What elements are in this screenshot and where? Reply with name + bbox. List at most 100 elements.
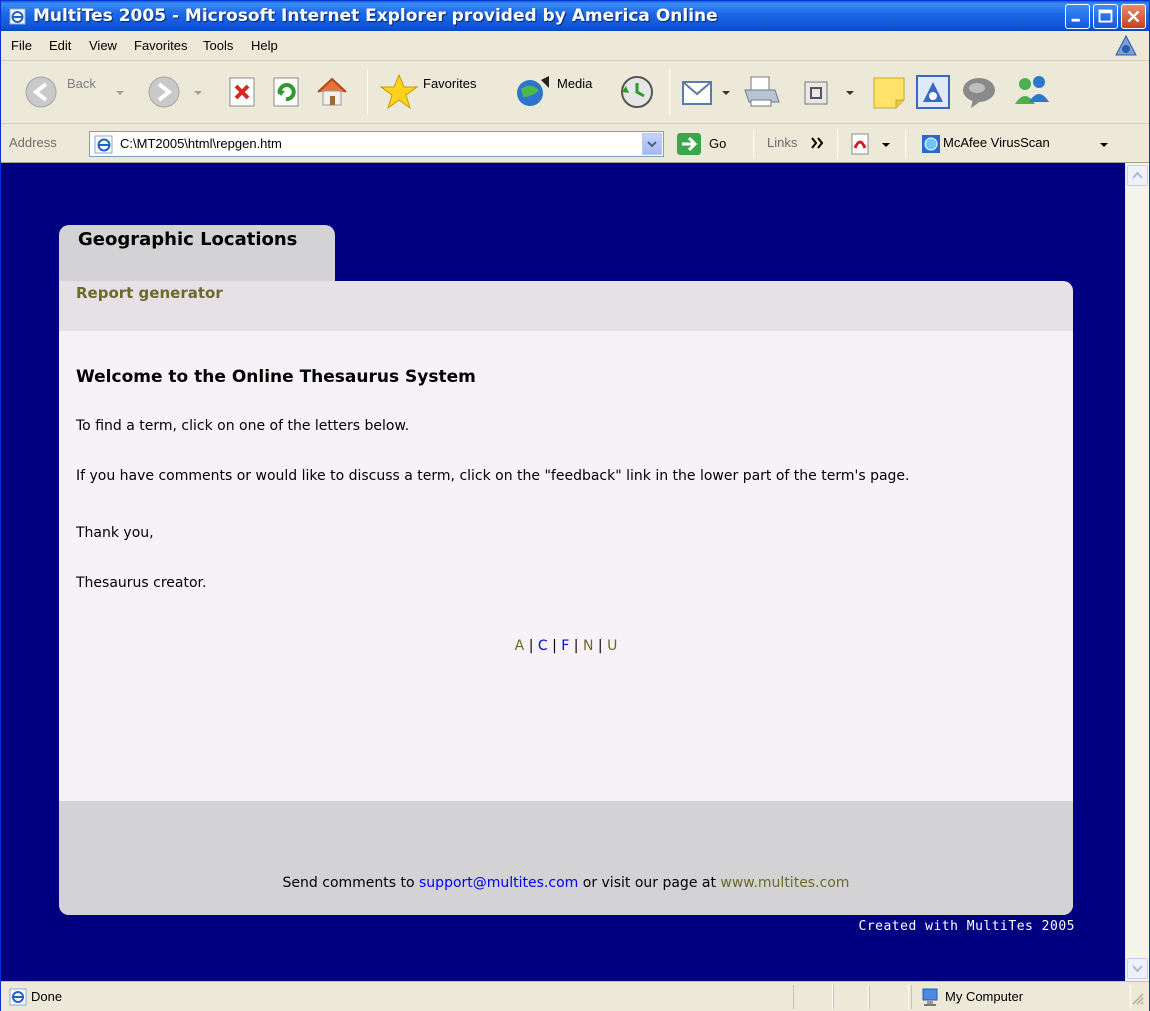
address-bar: Address C:\MT2005\html\repgen.htm Go Lin…: [1, 125, 1149, 163]
standard-toolbar: Back Favorites Media: [1, 62, 1149, 124]
thanks-text: Thank you,: [76, 525, 154, 541]
acrobat-pdf-icon[interactable]: [849, 132, 875, 156]
minimize-icon: [1071, 18, 1080, 22]
thesaurus-title: Geographic Locations: [78, 229, 298, 250]
note-icon[interactable]: [869, 72, 909, 112]
signature-text: Thesaurus creator.: [76, 575, 207, 591]
panel-footer: Send comments to support@multites.com or…: [59, 801, 1073, 915]
forward-dropdown-icon[interactable]: [191, 72, 205, 112]
ie-page-icon: [9, 988, 27, 1006]
status-text: Done: [31, 989, 63, 1004]
toolbar-separator: [367, 70, 368, 114]
menu-edit[interactable]: Edit: [49, 38, 71, 53]
go-arrow-icon: [677, 133, 701, 155]
refresh-icon[interactable]: [269, 72, 303, 112]
menu-tools[interactable]: Tools: [203, 38, 233, 53]
address-input[interactable]: C:\MT2005\html\repgen.htm: [89, 131, 664, 157]
back-arrow-icon[interactable]: [23, 72, 59, 112]
menu-file[interactable]: File: [11, 38, 32, 53]
back-dropdown-icon[interactable]: [113, 72, 127, 112]
scroll-up-button[interactable]: [1127, 165, 1148, 186]
title-bar[interactable]: MultiTes 2005 - Microsoft Internet Explo…: [1, 1, 1149, 31]
content-panel: Report generator Welcome to the Online T…: [59, 281, 1073, 915]
favorites-button-label[interactable]: Favorites: [423, 76, 476, 91]
media-icon[interactable]: [513, 72, 553, 112]
address-dropdown-button[interactable]: [642, 133, 662, 155]
ie-page-icon: [94, 135, 113, 154]
welcome-heading: Welcome to the Online Thesaurus System: [76, 367, 476, 387]
aol-logo-icon: [1115, 34, 1137, 56]
mcafee-icon[interactable]: [921, 134, 941, 154]
maximize-icon: [1098, 9, 1113, 23]
close-icon: [1127, 10, 1140, 23]
messenger-window-icon[interactable]: [913, 72, 953, 112]
back-button-label[interactable]: Back: [67, 76, 96, 91]
thesaurus-tab: Geographic Locations: [59, 225, 335, 281]
footer-text: Send comments to support@multites.com or…: [59, 875, 1073, 891]
created-with-credit: Created with MultiTes 2005: [858, 919, 1075, 934]
go-button-label[interactable]: Go: [709, 136, 726, 151]
letter-link-f[interactable]: F: [561, 638, 569, 654]
mcafee-dropdown-icon[interactable]: [1097, 134, 1111, 154]
mail-icon[interactable]: [679, 72, 717, 112]
chevron-right-double-icon[interactable]: [809, 135, 825, 151]
scroll-down-button[interactable]: [1127, 958, 1148, 979]
toolbar-separator: [753, 130, 754, 158]
address-url[interactable]: C:\MT2005\html\repgen.htm: [120, 136, 282, 151]
security-zone-label: My Computer: [945, 989, 1024, 1004]
edit-icon[interactable]: [799, 72, 835, 112]
toolbar-separator: [837, 130, 838, 158]
address-label: Address: [9, 135, 57, 150]
ie-page-icon: [9, 8, 26, 25]
messenger-people-icon[interactable]: [1009, 72, 1053, 112]
instruction-text: To find a term, click on one of the lett…: [76, 418, 410, 434]
status-cell: [833, 985, 869, 1009]
letter-link-a[interactable]: A: [515, 638, 525, 654]
letter-index: A | C | F | N | U: [59, 638, 1073, 654]
favorites-star-icon[interactable]: [379, 72, 419, 112]
toolbar-separator: [905, 130, 906, 158]
website-link[interactable]: www.multites.com: [720, 875, 849, 891]
menu-help[interactable]: Help: [251, 38, 278, 53]
minimize-button[interactable]: [1065, 4, 1090, 29]
maximize-button[interactable]: [1093, 4, 1118, 29]
forward-arrow-icon[interactable]: [146, 72, 182, 112]
letter-separator: |: [573, 638, 579, 654]
letter-separator: |: [597, 638, 603, 654]
toolbar-separator: [669, 70, 670, 114]
menu-favorites[interactable]: Favorites: [134, 38, 187, 53]
links-label[interactable]: Links: [767, 135, 797, 150]
edit-dropdown-icon[interactable]: [843, 72, 857, 112]
status-bar: Done My Computer: [1, 981, 1149, 1011]
chevron-down-icon: [1132, 965, 1143, 973]
media-button-label[interactable]: Media: [557, 76, 592, 91]
letter-link-u[interactable]: U: [607, 638, 617, 654]
acrobat-dropdown-icon[interactable]: [879, 132, 893, 156]
discuss-icon[interactable]: [959, 72, 999, 112]
close-button[interactable]: [1121, 4, 1146, 29]
my-computer-icon: [922, 988, 938, 1006]
status-cell: [793, 985, 833, 1009]
history-icon[interactable]: [617, 72, 657, 112]
menu-view[interactable]: View: [89, 38, 117, 53]
stop-icon[interactable]: [225, 72, 259, 112]
home-icon[interactable]: [313, 72, 351, 112]
menu-bar: File Edit View Favorites Tools Help: [1, 31, 1149, 61]
letter-separator: |: [552, 638, 557, 654]
footer-prefix: Send comments to: [282, 875, 420, 891]
page-viewport: Geographic Locations Report generator We…: [1, 163, 1149, 981]
resize-grip-icon[interactable]: [1131, 992, 1145, 1006]
vertical-scrollbar[interactable]: [1125, 163, 1149, 981]
footer-middle: or visit our page at: [578, 875, 721, 891]
letter-link-n[interactable]: N: [583, 638, 593, 654]
mcafee-virusscan-button[interactable]: McAfee VirusScan: [943, 135, 1050, 150]
chevron-up-icon: [1132, 171, 1143, 179]
go-button[interactable]: Go: [675, 131, 735, 157]
print-icon[interactable]: [741, 72, 781, 112]
letter-link-c[interactable]: C: [538, 638, 548, 654]
mail-dropdown-icon[interactable]: [719, 72, 733, 112]
support-email-link[interactable]: support@multites.com: [419, 875, 578, 891]
chevron-down-icon: [647, 141, 657, 148]
window-title: MultiTes 2005 - Microsoft Internet Explo…: [33, 6, 718, 26]
report-generator-subtitle: Report generator: [76, 284, 223, 302]
